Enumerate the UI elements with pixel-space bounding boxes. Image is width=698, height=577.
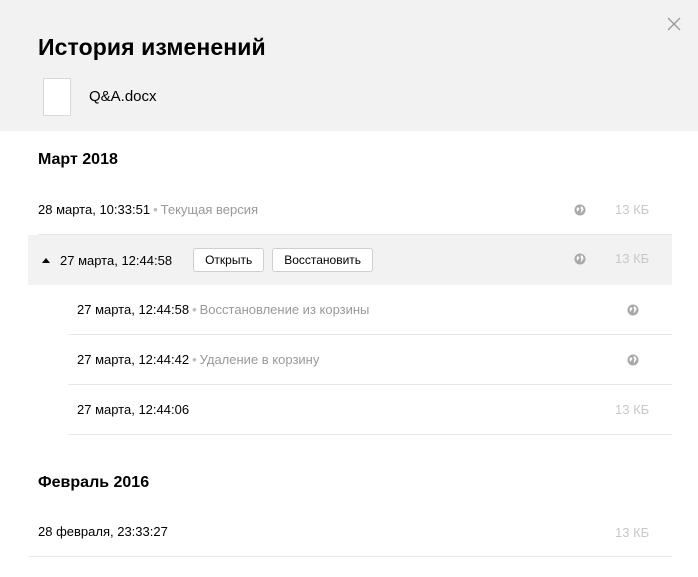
file-size: 13 КБ bbox=[615, 251, 650, 266]
separator-dot: • bbox=[192, 302, 197, 317]
version-note: Восстановление из корзины bbox=[199, 302, 370, 317]
group-title-march-2018: Март 2018 bbox=[38, 151, 118, 168]
file-name: Q&A.docx bbox=[89, 88, 157, 105]
close-icon[interactable] bbox=[666, 16, 682, 32]
version-date: 28 февраля, 23:33:27 bbox=[38, 524, 168, 539]
version-note: Удаление в корзину bbox=[199, 352, 320, 367]
caret-up-icon[interactable] bbox=[42, 257, 50, 263]
version-row[interactable]: 28 февраля, 23:33:27 bbox=[28, 507, 672, 557]
dialog-header bbox=[0, 0, 698, 131]
file-size: 13 КБ bbox=[615, 202, 650, 217]
child-version-row[interactable]: 27 марта, 12:44:42 • Удаление в корзину bbox=[68, 335, 672, 385]
globe-icon bbox=[574, 253, 586, 265]
open-button[interactable]: Открыть bbox=[193, 248, 265, 272]
restore-button[interactable]: Восстановить bbox=[272, 248, 374, 272]
version-date: 28 марта, 10:33:51 bbox=[38, 202, 151, 217]
dialog-title: История изменений bbox=[38, 34, 266, 60]
globe-icon bbox=[574, 204, 586, 216]
version-date: 27 марта, 12:44:06 bbox=[77, 402, 190, 417]
separator-dot: • bbox=[153, 202, 158, 217]
document-icon bbox=[43, 78, 71, 116]
child-version-row[interactable]: 27 марта, 12:44:58 • Восстановление из к… bbox=[68, 285, 672, 335]
globe-icon bbox=[627, 354, 639, 366]
file-size: 13 КБ bbox=[615, 402, 650, 417]
globe-icon bbox=[627, 304, 639, 316]
version-note: Текущая версия bbox=[160, 202, 258, 217]
child-version-row[interactable]: 27 марта, 12:44:06 bbox=[68, 385, 672, 435]
file-size: 13 КБ bbox=[615, 525, 650, 540]
version-date: 27 марта, 12:44:42 bbox=[77, 352, 190, 367]
version-date: 27 марта, 12:44:58 bbox=[60, 252, 173, 268]
group-title-february-2016: Февраль 2016 bbox=[38, 474, 150, 491]
separator-dot: • bbox=[192, 352, 197, 367]
version-date: 27 марта, 12:44:58 bbox=[77, 302, 190, 317]
